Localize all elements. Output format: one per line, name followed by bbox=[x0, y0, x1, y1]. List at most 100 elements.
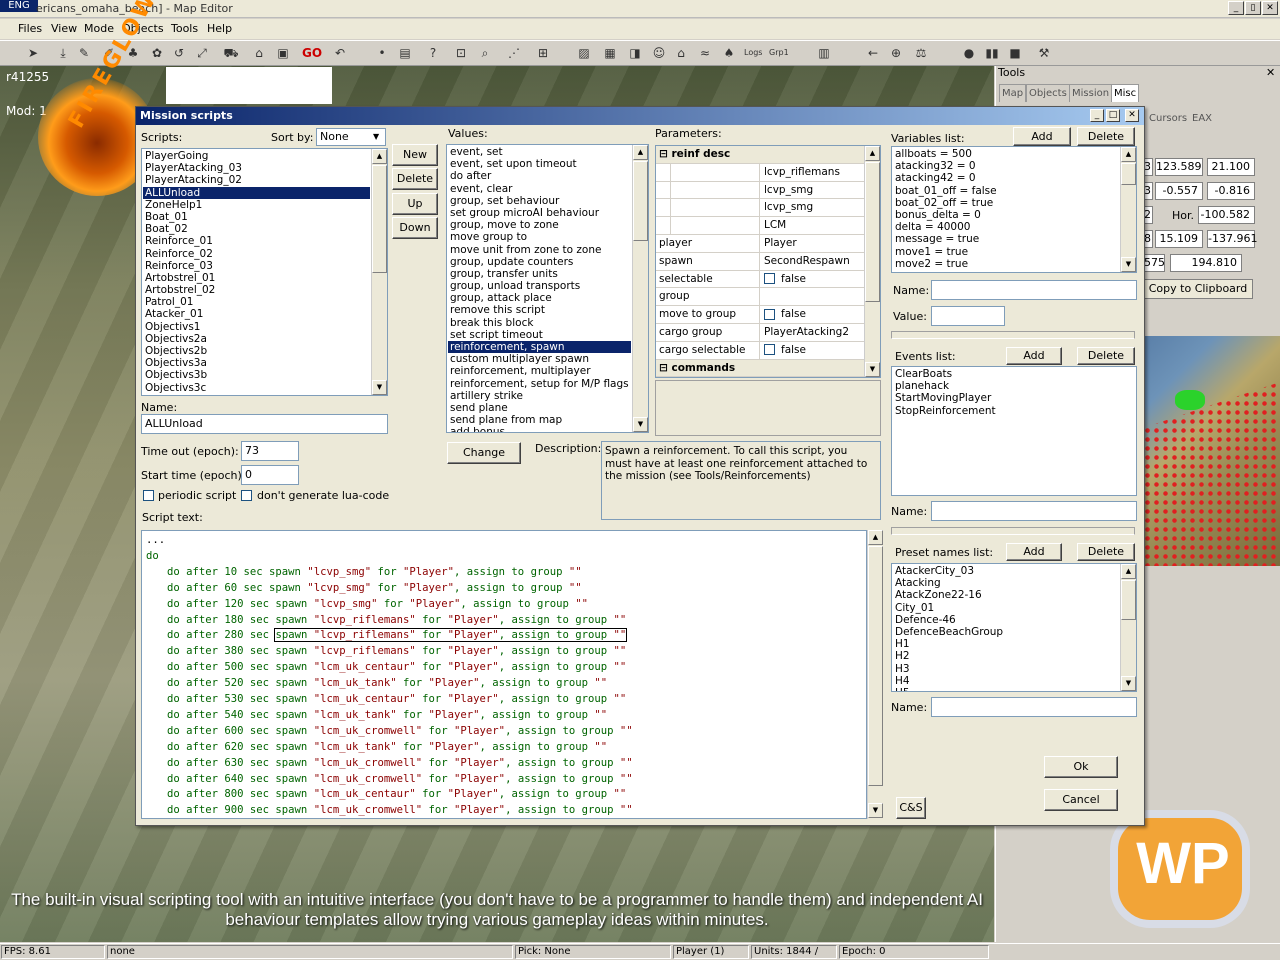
timeout-input[interactable]: 73 bbox=[241, 441, 299, 461]
weight-icon[interactable]: ⚖ bbox=[912, 44, 930, 62]
param-row[interactable]: cargo group PlayerAtacking2 bbox=[656, 323, 880, 342]
list-item[interactable]: send plane bbox=[448, 402, 631, 414]
list-item[interactable]: boat_02_off = true bbox=[893, 197, 1119, 209]
tank-icon[interactable]: ⛟ bbox=[222, 44, 240, 62]
target-icon[interactable]: ⊕ bbox=[887, 44, 905, 62]
list-item[interactable]: H3 bbox=[893, 663, 1119, 675]
list-item[interactable]: set group microAI behaviour bbox=[448, 207, 631, 219]
param-checkbox[interactable] bbox=[764, 308, 775, 320]
value-field[interactable]: 123.589 bbox=[1155, 158, 1203, 176]
dialog-minimize-button[interactable]: _ bbox=[1090, 109, 1104, 122]
script-line[interactable]: do after 630 sec spawn "lcm_uk_cromwell"… bbox=[167, 756, 633, 772]
list-item[interactable]: delta = 40000 bbox=[893, 221, 1119, 233]
subtab-cursors[interactable]: Cursors bbox=[1149, 111, 1187, 127]
param-value[interactable] bbox=[761, 288, 865, 305]
script-line[interactable]: ... bbox=[146, 533, 165, 549]
values-list[interactable]: event, set event, set upon timeout do afte… bbox=[446, 144, 649, 433]
grid-icon[interactable]: ⊞ bbox=[534, 44, 552, 62]
list-item[interactable]: reinforcement, setup for M/P flags bbox=[448, 378, 631, 390]
value-field[interactable]: 21.100 bbox=[1207, 158, 1255, 176]
pause-icon[interactable]: ▮▮ bbox=[983, 44, 1001, 62]
value-field[interactable]: -137.961 bbox=[1207, 230, 1257, 248]
tools-icon[interactable]: ⚒ bbox=[1035, 44, 1053, 62]
dot-icon[interactable]: • bbox=[373, 44, 391, 62]
list-item[interactable]: PlayerAtacking_03 bbox=[143, 162, 370, 174]
tab-mission[interactable]: Mission bbox=[1069, 84, 1113, 102]
minimize-button[interactable]: _ bbox=[1228, 1, 1244, 15]
list-scrollbar[interactable]: ▲ ▼ bbox=[371, 149, 387, 395]
variable-name-input[interactable] bbox=[931, 280, 1137, 300]
list-item[interactable]: Reinforce_03 bbox=[143, 260, 370, 272]
scroll-thumb[interactable] bbox=[865, 162, 880, 302]
list-item[interactable]: message = true bbox=[893, 233, 1119, 245]
list-item[interactable]: set script timeout bbox=[448, 329, 631, 341]
add-event-button[interactable]: Add bbox=[1006, 347, 1062, 365]
script-line[interactable]: do after 280 sec spawn "lcvp_riflemans" … bbox=[167, 628, 628, 644]
list-item[interactable]: ALLUnload bbox=[143, 186, 370, 199]
list-item[interactable]: Objectivs2b bbox=[143, 345, 370, 357]
tab-misc[interactable]: Misc bbox=[1111, 84, 1140, 102]
scroll-thumb[interactable] bbox=[1121, 580, 1136, 620]
script-line[interactable]: do after 520 sec spawn "lcm_uk_tank" for… bbox=[167, 676, 607, 692]
logs-icon[interactable]: Logs bbox=[744, 44, 762, 62]
new-script-button[interactable]: New bbox=[392, 144, 438, 166]
script-name-input[interactable]: ALLUnload bbox=[141, 414, 388, 434]
param-row[interactable]: selectable false bbox=[656, 270, 880, 289]
list-item[interactable]: event, set upon timeout bbox=[448, 158, 631, 170]
variable-value-input[interactable] bbox=[931, 306, 1005, 326]
move-up-button[interactable]: Up bbox=[392, 193, 438, 215]
scroll-thumb[interactable] bbox=[633, 161, 648, 241]
param-row[interactable]: player Player bbox=[656, 234, 880, 253]
list-item[interactable]: Defence-46 bbox=[893, 614, 1119, 626]
list-item[interactable]: atacking32 = 0 bbox=[893, 160, 1119, 172]
list-item[interactable]: StartMovingPlayer bbox=[893, 392, 1119, 404]
dialog-maximize-button[interactable]: □ bbox=[1106, 109, 1120, 122]
list-item[interactable]: Objectivs1 bbox=[143, 321, 370, 333]
param-row[interactable]: lcvp_smg bbox=[656, 199, 880, 218]
script-line[interactable]: do after 900 sec spawn "lcm_uk_cromwell"… bbox=[167, 803, 633, 818]
list-item[interactable]: group, unload transports bbox=[448, 280, 631, 292]
script-scrollbar[interactable]: ▲ ▼ bbox=[867, 530, 883, 819]
script-line[interactable]: do after 640 sec spawn "lcm_uk_cromwell"… bbox=[167, 772, 633, 788]
param-value[interactable]: false bbox=[761, 306, 865, 323]
list-item[interactable]: ClearBoats bbox=[893, 368, 1119, 380]
list-item[interactable]: Artobstrel_01 bbox=[143, 272, 370, 284]
list-item[interactable]: allboats = 500 bbox=[893, 148, 1119, 160]
trees-icon[interactable]: ♠ bbox=[720, 44, 738, 62]
subtab-eax[interactable]: EAX bbox=[1192, 111, 1212, 127]
delete-variable-button[interactable]: Delete bbox=[1077, 127, 1135, 146]
water-icon[interactable]: ≈ bbox=[696, 44, 714, 62]
copy-to-clipboard-button[interactable]: Copy to Clipboard bbox=[1143, 279, 1253, 299]
scroll-down-icon[interactable]: ▼ bbox=[865, 362, 880, 377]
param-row[interactable]: lcvp_riflemans bbox=[656, 163, 880, 182]
start-time-input[interactable]: 0 bbox=[241, 465, 299, 485]
script-line[interactable]: do after 120 sec spawn "lcvp_smg" for "P… bbox=[167, 597, 588, 613]
list-item[interactable]: Objectivs2a bbox=[143, 333, 370, 345]
variables-list[interactable]: allboats = 500 atacking32 = 0 atacking42 =… bbox=[891, 146, 1137, 273]
list-item[interactable]: City_01 bbox=[893, 602, 1119, 614]
list-item[interactable]: Reinforce_01 bbox=[143, 235, 370, 247]
list-item[interactable]: reinforcement, spawn bbox=[448, 341, 631, 354]
list-item[interactable]: Atacking bbox=[893, 577, 1119, 589]
script-line[interactable]: do after 10 sec spawn "lcvp_smg" for "Pl… bbox=[167, 565, 582, 581]
script-line[interactable]: do after 800 sec spawn "lcm_uk_centaur" … bbox=[167, 787, 626, 803]
value-field[interactable]: -0.816 bbox=[1207, 182, 1255, 200]
download-icon[interactable]: ⤓ bbox=[54, 44, 72, 62]
list-item[interactable]: move2 = true bbox=[893, 258, 1119, 270]
params-scrollbar[interactable]: ▲ ▼ bbox=[864, 146, 880, 377]
event-name-input[interactable] bbox=[931, 501, 1137, 521]
param-value[interactable]: false bbox=[761, 271, 865, 288]
list-item[interactable]: move1 = true bbox=[893, 246, 1119, 258]
scroll-up-icon[interactable]: ▲ bbox=[865, 146, 880, 161]
param-checkbox[interactable] bbox=[764, 344, 775, 356]
list-item[interactable]: ZoneHelp1 bbox=[143, 199, 370, 211]
building-icon[interactable]: ⌂ bbox=[250, 44, 268, 62]
undo-icon[interactable]: ↶ bbox=[331, 44, 349, 62]
value-field[interactable]: -100.582 bbox=[1198, 206, 1255, 224]
close-button[interactable]: ✕ bbox=[1262, 1, 1278, 15]
value-field[interactable]: 194.810 bbox=[1170, 254, 1242, 272]
menu-files[interactable]: Files bbox=[18, 22, 42, 35]
paint-icon[interactable]: ✎ bbox=[75, 44, 93, 62]
list-item[interactable]: bonus_delta = 0 bbox=[893, 209, 1119, 221]
param-row[interactable]: cargo selectable false bbox=[656, 341, 880, 360]
